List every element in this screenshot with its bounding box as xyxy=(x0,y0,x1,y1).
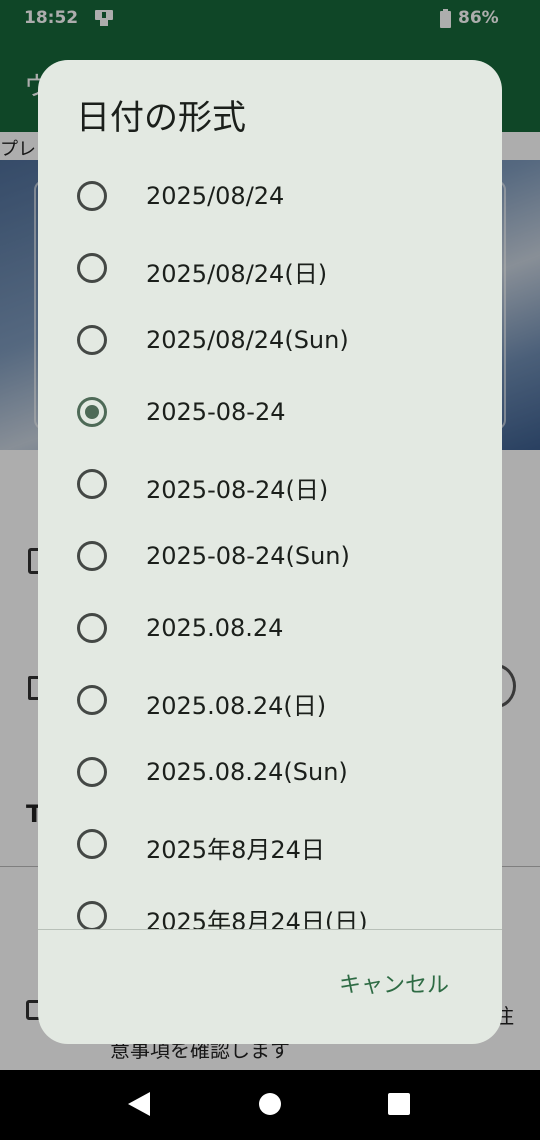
radio-unchecked-icon[interactable] xyxy=(77,829,107,859)
option-label: 2025.08.24 xyxy=(146,614,284,642)
date-format-dialog: 日付の形式 2025/08/24 2025/08/24(日) 2025/08/24(… xyxy=(38,60,502,1044)
option-label: 2025.08.24(Sun) xyxy=(146,758,348,786)
option-label: 2025/08/24(日) xyxy=(146,260,328,288)
home-circle-icon[interactable] xyxy=(259,1093,281,1115)
date-format-option[interactable]: 2025年8月24日 xyxy=(38,808,502,880)
date-format-option[interactable]: 2025/08/24(日) xyxy=(38,232,502,304)
date-format-option[interactable]: 2025.08.24(Sun) xyxy=(38,736,502,808)
option-label: 2025-08-24 xyxy=(146,398,286,426)
dialog-title: 日付の形式 xyxy=(76,98,246,138)
option-label: 2025.08.24(日) xyxy=(146,692,327,720)
date-format-option[interactable]: 2025年8月24日(日) xyxy=(38,880,502,929)
option-label: 2025/08/24(Sun) xyxy=(146,326,349,354)
date-format-option[interactable]: 2025.08.24 xyxy=(38,592,502,664)
radio-unchecked-icon[interactable] xyxy=(77,181,107,211)
back-triangle-icon[interactable] xyxy=(128,1092,150,1116)
radio-unchecked-icon[interactable] xyxy=(77,469,107,499)
date-format-option[interactable]: 2025-08-24(日) xyxy=(38,448,502,520)
option-label: 2025-08-24(Sun) xyxy=(146,542,350,570)
option-label: 2025-08-24(日) xyxy=(146,476,329,504)
cancel-button[interactable]: キャンセル xyxy=(328,964,460,1008)
date-format-option[interactable]: 2025/08/24 xyxy=(38,160,502,232)
dialog-divider xyxy=(38,929,502,930)
radio-unchecked-icon[interactable] xyxy=(77,901,107,929)
radio-unchecked-icon[interactable] xyxy=(77,685,107,715)
option-list[interactable]: 2025/08/24 2025/08/24(日) 2025/08/24(Sun) 20… xyxy=(38,160,502,929)
radio-checked-icon[interactable] xyxy=(77,397,107,427)
radio-unchecked-icon[interactable] xyxy=(77,253,107,283)
radio-unchecked-icon[interactable] xyxy=(77,757,107,787)
radio-unchecked-icon[interactable] xyxy=(77,325,107,355)
option-label: 2025年8月24日 xyxy=(146,836,325,864)
option-label: 2025/08/24 xyxy=(146,182,285,210)
date-format-option[interactable]: 2025/08/24(Sun) xyxy=(38,304,502,376)
radio-unchecked-icon[interactable] xyxy=(77,613,107,643)
date-format-option[interactable]: 2025-08-24(Sun) xyxy=(38,520,502,592)
radio-unchecked-icon[interactable] xyxy=(77,541,107,571)
date-format-option[interactable]: 2025.08.24(日) xyxy=(38,664,502,736)
recents-square-icon[interactable] xyxy=(388,1093,410,1115)
option-label: 2025年8月24日(日) xyxy=(146,908,368,929)
date-format-option[interactable]: 2025-08-24 xyxy=(38,376,502,448)
